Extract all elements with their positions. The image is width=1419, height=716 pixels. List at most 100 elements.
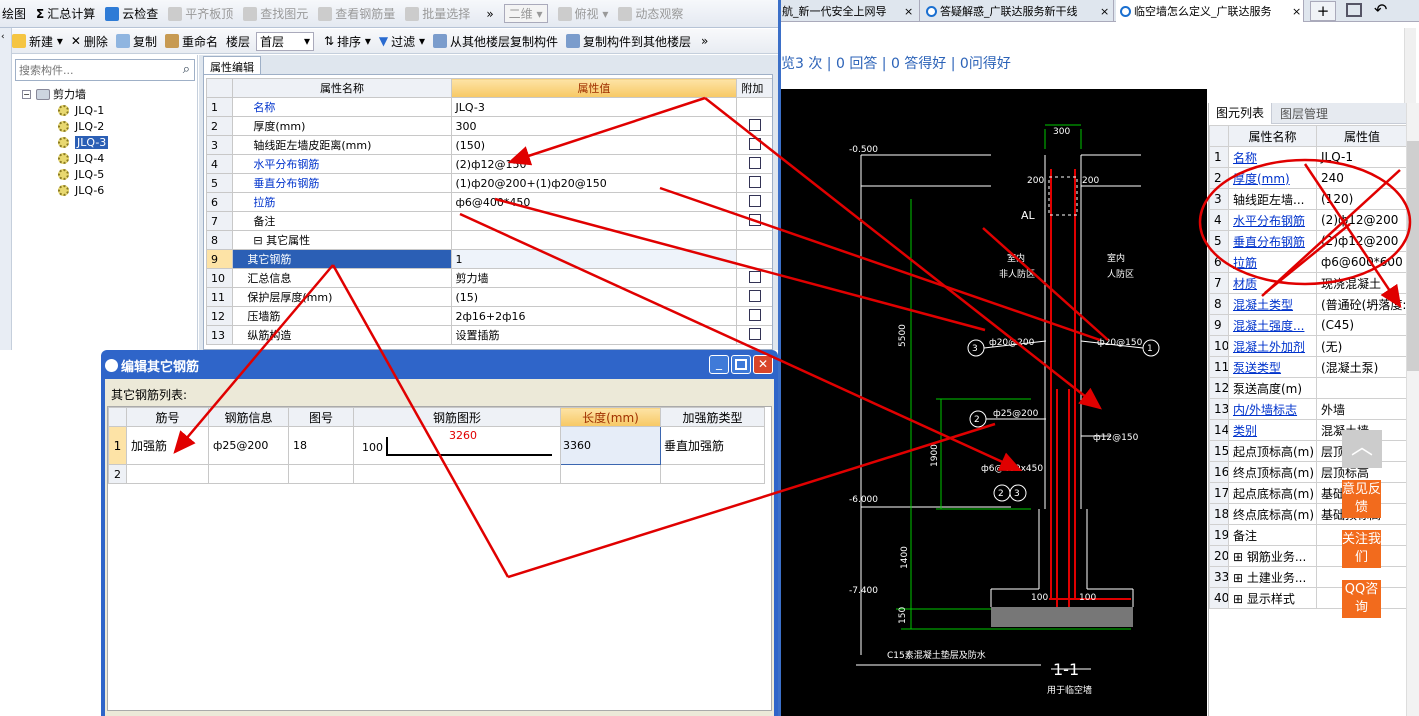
tab-layer-manage[interactable]: 图层管理	[1272, 105, 1336, 122]
delete-button[interactable]: ✕ 删除	[71, 33, 108, 50]
toolbar-overflow[interactable]: »	[701, 34, 708, 48]
property-value[interactable]: 设置插筋	[450, 325, 738, 345]
extra-checkbox[interactable]	[748, 175, 761, 188]
property-row[interactable]: 7 备注	[205, 211, 772, 231]
extra-checkbox[interactable]	[748, 194, 761, 207]
extra-checkbox[interactable]	[748, 289, 761, 302]
property-value[interactable]: (150)	[450, 135, 738, 155]
follow-us-button[interactable]: 关注我们	[1342, 530, 1381, 568]
property-value[interactable]	[450, 230, 738, 250]
extra-checkbox[interactable]	[748, 156, 761, 169]
cloud-check-button[interactable]: 云检查	[105, 5, 158, 22]
back-to-top-button[interactable]: ︿	[1342, 430, 1382, 468]
right-property-row[interactable]: 13 内/外墙标志 外墙	[1209, 398, 1408, 420]
property-row[interactable]: 10 汇总信息 剪力墙	[205, 268, 772, 288]
right-property-row[interactable]: 9 混凝土强度... (C45)	[1209, 314, 1408, 336]
right-property-row[interactable]: 3 轴线距左墙... (120)	[1209, 188, 1408, 210]
scroll-thumb[interactable]	[1407, 141, 1419, 371]
close-icon[interactable]: ×	[1292, 5, 1301, 18]
rebar-row-empty[interactable]: 2	[108, 464, 765, 484]
right-property-row[interactable]: 2 厚度(mm) 240	[1209, 167, 1408, 189]
extra-checkbox[interactable]	[748, 270, 761, 283]
property-row[interactable]: 2 厚度(mm) 300	[205, 116, 772, 136]
right-property-row[interactable]: 8 混凝土类型 (普通砼(坍落度:	[1209, 293, 1408, 315]
right-property-row[interactable]: 7 材质 现浇混凝土	[1209, 272, 1408, 294]
feedback-button[interactable]: 意见反馈	[1342, 480, 1381, 518]
property-value[interactable]: ф6@400*450	[450, 192, 738, 212]
property-value[interactable]: 现浇混凝土	[1316, 272, 1408, 294]
tree-item-jlq-1[interactable]: JLQ-1	[22, 102, 108, 118]
right-property-row[interactable]: 5 垂直分布钢筋 (2)ф12@200	[1209, 230, 1408, 252]
bar-no-cell[interactable]: 加强筋	[126, 426, 209, 465]
copy-button[interactable]: 复制	[115, 33, 157, 50]
batch-select-button[interactable]: 批量选择	[405, 5, 470, 22]
property-value[interactable]: (1)ф20@200+(1)ф20@150	[450, 173, 738, 193]
draw-menu[interactable]: 绘图	[2, 5, 26, 22]
maximize-button[interactable]	[731, 355, 751, 374]
extra-checkbox[interactable]	[748, 308, 761, 321]
restore-icon[interactable]	[1346, 3, 1362, 17]
property-row[interactable]: 9 其它钢筋 1	[205, 249, 772, 269]
tab-element-list[interactable]: 图元列表	[1209, 102, 1273, 124]
close-icon[interactable]: ×	[1100, 5, 1109, 18]
tab-property-edit[interactable]: 属性编辑	[203, 56, 261, 74]
tree-item-jlq-5[interactable]: JLQ-5	[22, 166, 108, 182]
right-property-row[interactable]: 12 泵送高度(m)	[1209, 377, 1408, 399]
property-value[interactable]: (15)	[450, 287, 738, 307]
property-value[interactable]: (2)ф12@200	[1316, 230, 1408, 252]
right-property-row[interactable]: 4 水平分布钢筋 (2)ф12@200	[1209, 209, 1408, 231]
strengthen-type-cell[interactable]: 垂直加强筋	[660, 426, 765, 465]
tree-item-jlq-6[interactable]: JLQ-6	[22, 182, 108, 198]
right-property-row[interactable]: 6 拉筋 ф6@600*600	[1209, 251, 1408, 273]
property-value[interactable]: (2)ф12@150	[450, 154, 738, 174]
extra-checkbox[interactable]	[748, 118, 761, 131]
top-view-button[interactable]: 俯视 ▾	[557, 5, 608, 22]
sort-button[interactable]: ⇅ 排序 ▾	[324, 33, 371, 50]
property-value[interactable]: (普通砼(坍落度:	[1316, 293, 1408, 315]
property-value[interactable]: 2ф16+2ф16	[450, 306, 738, 326]
rebar-info-cell[interactable]: ф25@200	[208, 426, 289, 465]
property-row[interactable]: 13 纵筋构造 设置插筋	[205, 325, 772, 345]
right-panel-scrollbar[interactable]	[1406, 103, 1419, 716]
new-tab-button[interactable]: +	[1310, 1, 1336, 21]
extra-checkbox[interactable]	[748, 327, 761, 340]
minimize-button[interactable]: _	[709, 355, 729, 374]
extra-checkbox[interactable]	[748, 213, 761, 226]
tree-root[interactable]: − 剪力墙	[22, 86, 108, 102]
tree-item-jlq-4[interactable]: JLQ-4	[22, 150, 108, 166]
collapse-icon[interactable]: −	[22, 89, 31, 99]
property-row[interactable]: 3 轴线距左墙皮距离(mm) (150)	[205, 135, 772, 155]
property-value[interactable]: (120)	[1316, 188, 1408, 210]
dialog-close-button[interactable]: ✕	[753, 355, 773, 374]
tree-item-jlq-2[interactable]: JLQ-2	[22, 118, 108, 134]
property-row[interactable]: 8 ⊟ 其它属性	[205, 230, 772, 250]
property-row[interactable]: 12 压墙筋 2ф16+2ф16	[205, 306, 772, 326]
fig-no-cell[interactable]: 18	[288, 426, 354, 465]
new-button[interactable]: 新建 ▾	[12, 33, 63, 50]
right-property-row[interactable]: 10 混凝土外加剂 (无)	[1209, 335, 1408, 357]
browser-tab-3[interactable]: 临空墙怎么定义_广联达服务 ×	[1116, 0, 1304, 22]
right-property-row[interactable]: 1 名称 JLQ-1	[1209, 146, 1408, 168]
property-value[interactable]: 240	[1316, 167, 1408, 189]
property-value[interactable]: 剪力墙	[450, 268, 738, 288]
search-icon[interactable]: ⌕	[183, 62, 190, 77]
property-value[interactable]: ф6@600*600	[1316, 251, 1408, 273]
property-value[interactable]	[450, 211, 738, 231]
rebar-shape-cell[interactable]: 100 3260	[353, 426, 561, 465]
length-cell[interactable]: 3360	[560, 426, 661, 465]
property-row[interactable]: 1 名称 JLQ-3	[205, 97, 772, 117]
close-icon[interactable]: ×	[904, 5, 913, 18]
property-row[interactable]: 4 水平分布钢筋 (2)ф12@150	[205, 154, 772, 174]
undo-icon[interactable]: ↶	[1374, 0, 1387, 19]
browser-tab-1[interactable]: 航_新一代安全上网导 ×	[780, 0, 920, 22]
qq-consult-button[interactable]: QQ咨询	[1342, 580, 1381, 618]
property-value[interactable]: 1	[450, 249, 738, 269]
find-element-button[interactable]: 查找图元	[243, 5, 308, 22]
right-property-row[interactable]: 11 泵送类型 (混凝土泵)	[1209, 356, 1408, 378]
toolbar-overflow[interactable]: »	[486, 7, 493, 21]
property-value[interactable]: 300	[450, 116, 738, 136]
property-row[interactable]: 6 拉筋 ф6@400*450	[205, 192, 772, 212]
filter-button[interactable]: ▼ 过滤 ▾	[379, 33, 425, 50]
property-value[interactable]: (2)ф12@200	[1316, 209, 1408, 231]
property-value[interactable]: JLQ-1	[1316, 146, 1408, 168]
